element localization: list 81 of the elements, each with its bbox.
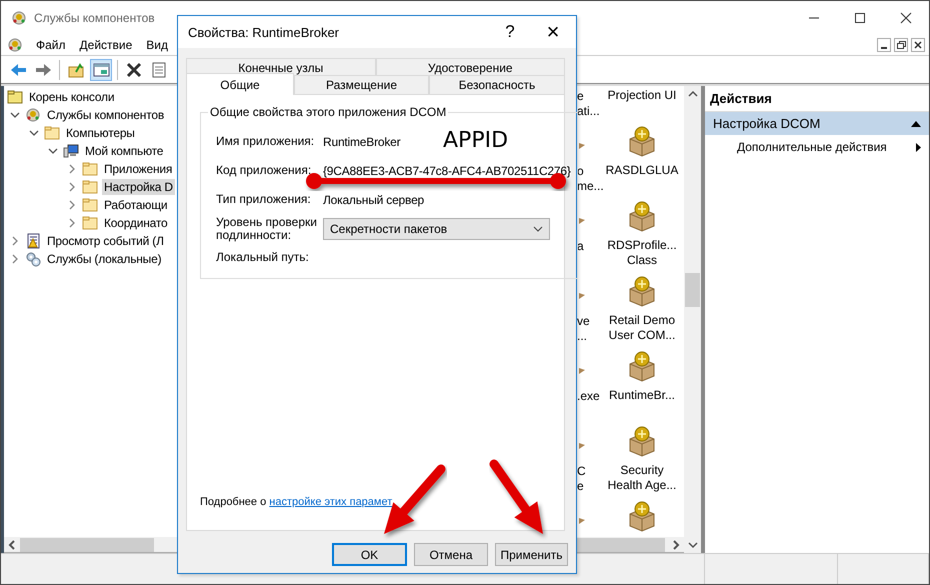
item-label[interactable]: Security Health Age... [608,463,676,493]
tree-item[interactable]: Мой компьюте [83,143,166,159]
tree-item[interactable]: Службы (локальные) [45,251,164,267]
box-edge-icon [579,216,585,224]
help-text: Подробнее о [200,496,268,508]
pane-button[interactable] [90,58,112,80]
field-value: Локальный сервер [323,192,424,206]
tree-item[interactable]: Координато [102,215,170,231]
tab[interactable]: Общие [186,73,294,95]
tab[interactable]: Размещение [294,75,429,94]
group-title: Общие свойства этого приложения DCOM [209,105,448,119]
menu-item[interactable]: Вид [139,38,175,52]
dialog-button[interactable]: Отмена [414,543,488,566]
field-value: RuntimeBroker [323,134,400,148]
chevron-down-icon [533,226,543,232]
help-link[interactable]: настройке этих парамет [269,496,392,508]
folder-icon [7,89,23,105]
gear-icon [25,107,41,123]
folder-icon [82,179,98,195]
submenu-arrow-icon [916,142,921,152]
tree-item[interactable]: Просмотр событий (Л [45,233,166,249]
box-edge-icon [579,441,585,449]
annotation-label: APPID [443,128,508,153]
tree-item[interactable]: Компьютеры [64,125,137,141]
field-label: Имя приложения: [216,135,316,148]
restore-icon[interactable] [896,40,906,50]
close-icon[interactable] [913,40,923,50]
item-label[interactable]: .exe [577,389,604,404]
item-label[interactable]: C e [577,464,604,494]
tab[interactable]: Удостоверение [376,58,565,76]
item-label[interactable]: RuntimeBr... [608,388,676,403]
action-link[interactable]: Дополнительные действия [705,135,929,159]
box-edge-icon [579,366,585,374]
scrollbar-thumb[interactable] [20,538,154,552]
folder-icon [82,161,98,177]
gears-icon [25,251,41,267]
dialog-title: Свойства: RuntimeBroker [188,24,340,40]
window-title: Службы компонентов [34,11,155,25]
item-label[interactable]: Projection UI [608,88,676,103]
log-icon [25,233,41,249]
item-label[interactable]: ve ... [577,314,604,344]
section-header[interactable]: Настройка DCOM [705,112,929,135]
tree-item[interactable]: Приложения [102,161,174,177]
computer-icon [63,143,79,159]
folder-icon [82,215,98,231]
field-label: Локальный путь: [216,251,310,264]
scroll-up-icon[interactable] [688,90,698,98]
scroll-down-icon[interactable] [688,541,698,549]
item-label[interactable]: RASDLGLUA [606,163,678,178]
folder-icon [82,197,98,213]
item-label[interactable]: e ati... [577,89,604,119]
field-label: Уровень проверки подлинности: [216,216,318,242]
item-label[interactable]: RDSProfile... Class [607,238,677,268]
box-edge-icon [579,291,585,299]
menu-item[interactable]: Действие [72,38,140,52]
tree-item[interactable]: Настройка D [102,179,175,195]
help-button[interactable]: ? [490,22,530,42]
scrollbar-thumb[interactable] [685,273,700,307]
field-label: Код приложения: [216,164,312,177]
dropdown[interactable]: Секретности пакетов [323,218,550,240]
field-label: Тип приложения: [216,193,312,206]
scroll-left-icon[interactable] [8,540,16,550]
field-value: {9CA88EE3-ACB7-47c8-AFC4-AB702511C276} [323,164,571,178]
scroll-right-icon[interactable] [672,540,680,550]
tree-item[interactable]: Работающи [102,197,170,213]
maximize-icon[interactable] [854,12,866,24]
item-label[interactable]: a [577,239,604,254]
close-icon[interactable] [900,12,912,24]
tree-item[interactable]: Корень консоли [27,89,116,105]
tab[interactable]: Безопасность [429,75,565,94]
folder-icon [44,125,60,141]
dialog-button[interactable]: Применить [495,543,568,566]
app-icon [7,37,23,53]
box-edge-icon [579,141,585,149]
close-button[interactable]: × [530,19,576,45]
item-label[interactable]: Retail Demo User COM... [608,313,676,343]
tree-item[interactable]: Службы компонентов [45,107,166,123]
dialog-button[interactable]: OK [332,543,407,566]
menu-item[interactable]: Файл [29,38,73,52]
box-edge-icon [579,516,585,524]
app-icon [11,10,27,26]
